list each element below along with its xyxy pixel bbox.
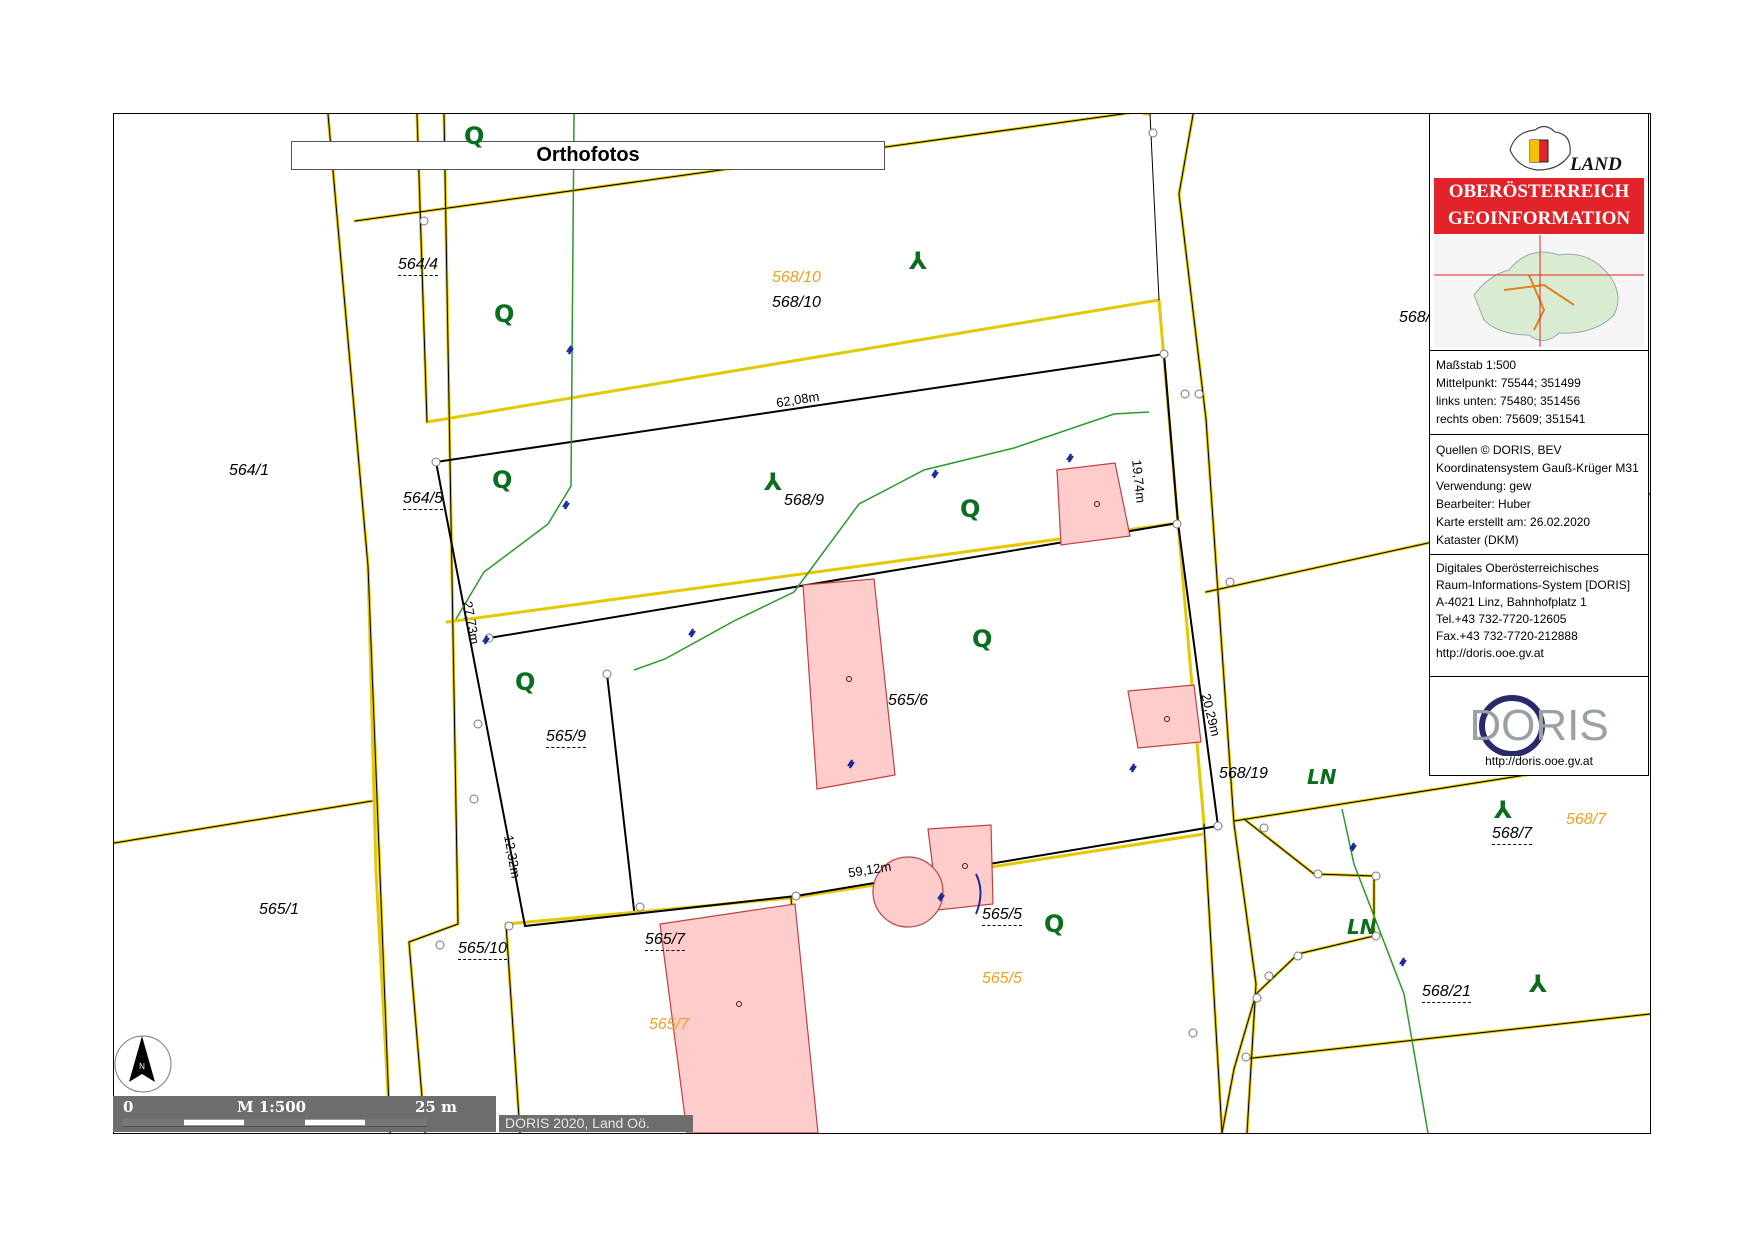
parcel-label: 568/19 xyxy=(1219,765,1268,782)
map-title: Orthofotos xyxy=(291,141,885,170)
parcel-label: 564/4 xyxy=(398,256,439,276)
parcel-boundaries xyxy=(114,114,1650,1133)
overview-map xyxy=(1434,235,1644,347)
parcel-label: 568/21 xyxy=(1422,983,1471,1003)
parcel-label: 564/1 xyxy=(229,462,270,479)
created-line: Karte erstellt am: 26.02.2020 xyxy=(1436,515,1591,529)
north-arrow: N xyxy=(111,1030,173,1092)
parcel-label: 568/10 xyxy=(772,269,821,286)
land-use-ln: LN xyxy=(1307,765,1337,789)
doris-logo-text: DORIS xyxy=(1469,701,1608,750)
parcel-label: 568/10 xyxy=(772,294,821,311)
north-label: N xyxy=(139,1062,145,1071)
green-lines xyxy=(455,114,1429,1133)
coat-of-arms-icon xyxy=(1509,125,1571,171)
logo-land-text: LAND xyxy=(1570,154,1622,175)
scale-bar: 0 M 1:500 25 m xyxy=(113,1096,496,1132)
parcel-label: 565/5 xyxy=(982,970,1023,987)
meadow-symbol: Q xyxy=(1044,910,1065,938)
divider xyxy=(1430,676,1648,677)
parcel-label: 565/7 xyxy=(649,1016,690,1033)
meadow-symbol: Q xyxy=(492,466,513,494)
scale-bar-zero: 0 xyxy=(123,1098,134,1116)
parcel-label: 568/7 xyxy=(1566,811,1607,828)
logo-red-band: OBERÖSTERREICH GEOINFORMATION xyxy=(1434,178,1644,234)
address-line: Raum-Informations-System [DORIS] xyxy=(1436,578,1631,592)
address-line: A-4021 Linz, Bahnhofplatz 1 xyxy=(1436,595,1587,609)
doris-url[interactable]: http://doris.ooe.gv.at xyxy=(1430,754,1648,768)
info-panel: LAND OBERÖSTERREICH GEOINFORMATION Maßst… xyxy=(1429,113,1649,776)
logo-line-2: GEOINFORMATION xyxy=(1447,208,1631,229)
website-line[interactable]: http://doris.ooe.gv.at xyxy=(1436,645,1644,662)
center-line: Mittelpunkt: 75544; 351499 xyxy=(1436,376,1581,390)
forest-symbol: ⅄ xyxy=(1494,796,1513,824)
parcel-label: 565/9 xyxy=(546,728,587,748)
parcel-label: 568/9 xyxy=(784,492,825,509)
copyright-notice: DORIS 2020, Land Oö. xyxy=(499,1115,693,1132)
meadow-symbol: Q xyxy=(960,495,981,523)
cadastral-map xyxy=(114,114,1650,1133)
meadow-symbol: Q xyxy=(972,625,993,653)
parcel-label: 564/5 xyxy=(403,490,444,510)
logo-line-1: OBERÖSTERREICH xyxy=(1448,181,1630,202)
source-line: Quellen © DORIS, BEV xyxy=(1436,443,1562,457)
crs-line: Koordinatensystem Gauß-Krüger M31 xyxy=(1436,461,1639,475)
forest-symbol: ⅄ xyxy=(1529,970,1548,998)
parcel-label: 568/7 xyxy=(1492,825,1533,845)
parcel-label: 565/6 xyxy=(888,692,929,709)
map-canvas[interactable]: Orthofotos 564/4 568/10 568/10 564/1 564… xyxy=(113,113,1651,1134)
north-arrow-icon xyxy=(129,1036,155,1082)
phone-line: Tel.+43 732-7720-12605 xyxy=(1436,612,1567,626)
scale-bar-distance: 25 m xyxy=(415,1098,457,1116)
divider xyxy=(1430,434,1648,435)
parcel-label: 565/1 xyxy=(259,901,300,918)
land-use-ln: LN xyxy=(1347,915,1377,939)
overview-map-graphic xyxy=(1434,235,1644,347)
doris-logo-graphic: DORIS xyxy=(1469,695,1609,757)
parcel-label: 565/5 xyxy=(982,906,1023,926)
cadastre-line: Kataster (DKM) xyxy=(1436,533,1519,547)
forest-symbol: ⅄ xyxy=(909,247,928,275)
building-centers xyxy=(736,501,1170,1007)
land-ooe-logo: LAND OBERÖSTERREICH GEOINFORMATION xyxy=(1430,114,1648,351)
parcel-label: 565/7 xyxy=(645,931,686,951)
scale-info: Maßstab 1:500 Mittelpunkt: 75544; 351499… xyxy=(1436,356,1644,428)
meadow-symbol: Q xyxy=(515,668,536,696)
scale-line: Maßstab 1:500 xyxy=(1436,358,1517,372)
upper-right-line: rechts oben: 75609; 351541 xyxy=(1436,412,1586,426)
fax-line: Fax.+43 732-7720-212888 xyxy=(1436,629,1578,643)
parcel-label: 568/ xyxy=(1399,309,1431,326)
meadow-symbol: Q xyxy=(494,300,515,328)
divider xyxy=(1430,554,1648,555)
lower-left-line: links unten: 75480; 351456 xyxy=(1436,394,1581,408)
meadow-symbol: Q xyxy=(464,122,485,150)
source-info: Quellen © DORIS, BEV Koordinatensystem G… xyxy=(1436,441,1644,549)
scale-bar-graphic xyxy=(123,1119,427,1127)
address-line: Digitales Oberösterreichisches xyxy=(1436,561,1599,575)
scale-bar-ratio: M 1:500 xyxy=(237,1098,307,1116)
parcel-label: 565/10 xyxy=(458,940,507,960)
address-info: Digitales Oberösterreichisches Raum-Info… xyxy=(1436,560,1644,662)
editor-line: Bearbeiter: Huber xyxy=(1436,497,1531,511)
forest-symbol: ⅄ xyxy=(764,468,783,496)
usage-line: Verwendung: gew xyxy=(1436,479,1532,493)
